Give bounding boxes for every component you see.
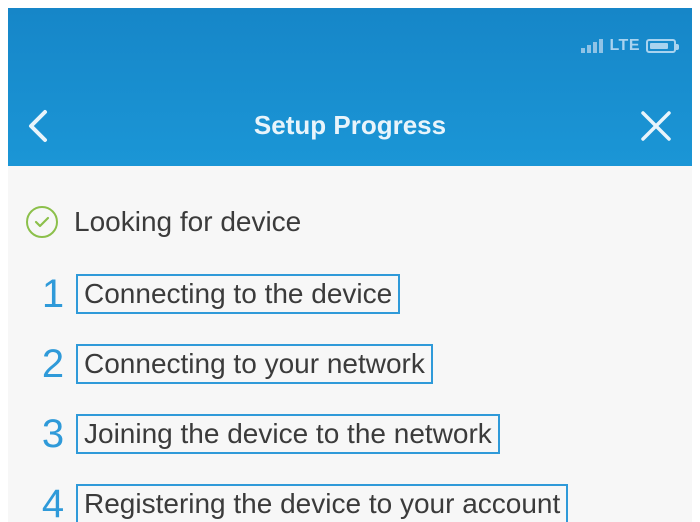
step-label: Connecting to your network	[76, 344, 433, 384]
page-title: Setup Progress	[253, 110, 447, 140]
step-label: Joining the device to the network	[76, 414, 500, 454]
close-button[interactable]	[636, 106, 676, 146]
step-number: 4	[41, 482, 65, 522]
step-number: 1	[41, 272, 65, 316]
close-icon	[641, 111, 671, 141]
step-number: 3	[41, 412, 65, 456]
app-screen: LTE Setup Progress Looking for device 1 …	[8, 8, 692, 522]
step-item-4: 4 Registering the device to your account	[36, 482, 569, 522]
step-item-2: 2 Connecting to your network	[36, 344, 433, 384]
step-label: Connecting to the device	[76, 274, 401, 314]
check-circle-icon	[26, 206, 58, 238]
step-item-3: 3 Joining the device to the network	[36, 414, 500, 454]
network-label: LTE	[609, 37, 640, 54]
signal-icon	[581, 39, 604, 53]
battery-icon	[646, 39, 679, 53]
status-bar: LTE	[581, 36, 679, 56]
step-label: Registering the device to your account	[76, 484, 569, 522]
step-item-1: 1 Connecting to the device	[36, 272, 401, 316]
completed-step-label: Looking for device	[74, 206, 302, 237]
step-number: 2	[41, 342, 65, 386]
completed-step: Looking for device	[26, 206, 301, 238]
top-bar: LTE Setup Progress	[8, 8, 692, 166]
